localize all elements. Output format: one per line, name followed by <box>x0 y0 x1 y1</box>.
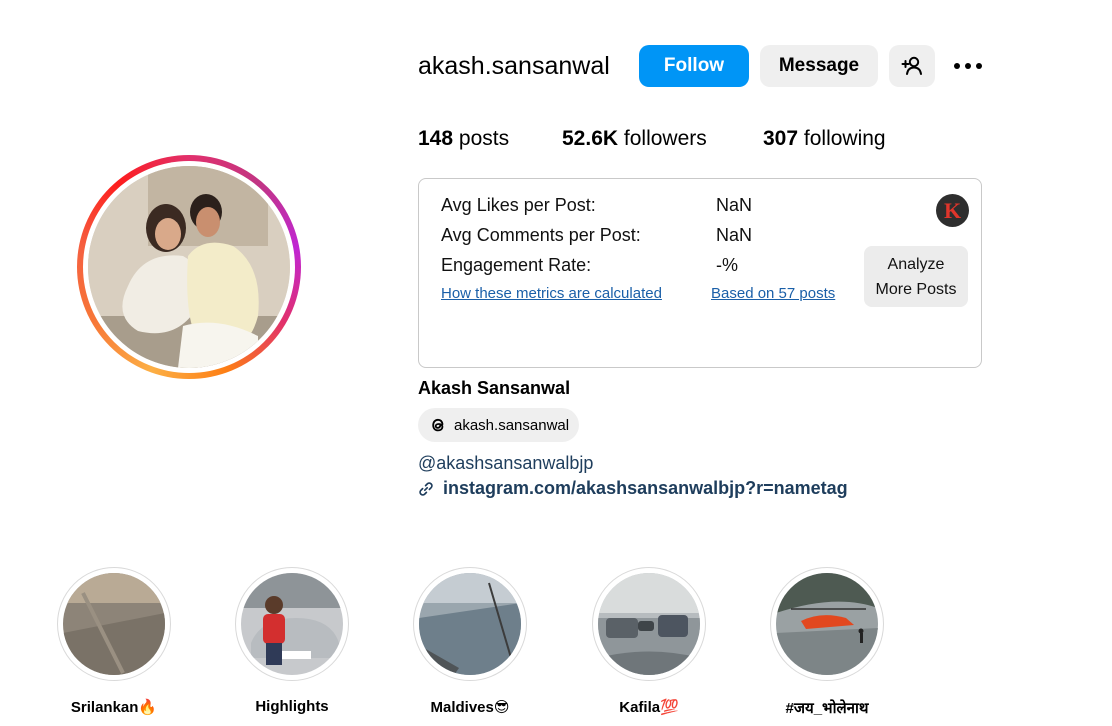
avg-comments-value: NaN <box>716 225 753 245</box>
followers-stat[interactable]: 52.6K followers <box>562 127 707 151</box>
highlight-cover-image <box>419 573 521 675</box>
profile-avatar[interactable] <box>88 166 290 368</box>
following-label: following <box>803 127 886 150</box>
add-user-icon <box>901 56 923 76</box>
avg-likes-label: Avg Likes per Post: <box>441 195 596 215</box>
bio-link-text: instagram.com/akashsansanwalbjp?r=nameta… <box>443 478 848 498</box>
highlight-cover-ring <box>413 567 527 681</box>
bio-external-link[interactable]: instagram.com/akashsansanwalbjp?r=nameta… <box>418 478 848 499</box>
followers-label: followers <box>623 127 707 150</box>
follow-button[interactable]: Follow <box>639 45 749 87</box>
followers-count: 52.6K <box>562 127 619 150</box>
following-stat[interactable]: 307 following <box>763 127 886 151</box>
link-icon <box>418 481 434 497</box>
based-on-posts-link[interactable]: Based on 57 posts <box>711 285 835 302</box>
analyze-more-posts-button[interactable]: Analyze More Posts <box>864 246 968 307</box>
avg-comments-label: Avg Comments per Post: <box>441 225 641 245</box>
highlight-cover-ring <box>235 567 349 681</box>
highlight-label: Kafila💯 <box>619 699 679 716</box>
posts-label: posts <box>458 127 510 150</box>
profile-full-name: Akash Sansanwal <box>418 378 571 398</box>
more-options-button[interactable] <box>946 45 990 87</box>
extension-logo-icon[interactable]: K <box>936 194 969 227</box>
highlight-cover-image <box>776 573 878 675</box>
more-options-icon <box>953 62 983 70</box>
threads-profile-link[interactable]: akash.sansanwal <box>418 408 579 442</box>
threads-icon <box>428 415 448 435</box>
highlight-cover-image <box>598 573 700 675</box>
highlight-label: #जय_भोलेनाथ <box>785 700 869 717</box>
posts-stat: 148 posts <box>418 127 509 151</box>
highlight-label: Maldives😎 <box>430 699 510 716</box>
posts-count: 148 <box>418 127 454 150</box>
how-metrics-calculated-link[interactable]: How these metrics are calculated <box>441 285 662 302</box>
profile-photo-image <box>88 166 290 368</box>
engagement-rate-label: Engagement Rate: <box>441 255 592 275</box>
engagement-metrics-card: Avg Likes per Post: NaN Avg Comments per… <box>418 178 982 368</box>
highlight-cover-ring <box>592 567 706 681</box>
highlight-label: Highlights <box>255 698 329 715</box>
avatar-inner-border <box>83 161 295 373</box>
highlight-cover-image <box>63 573 165 675</box>
highlight-label: Srilankan🔥 <box>70 699 158 716</box>
profile-avatar-story-ring[interactable] <box>77 155 301 379</box>
highlight-cover-ring <box>57 567 171 681</box>
message-button[interactable]: Message <box>760 45 878 87</box>
following-count: 307 <box>763 127 799 150</box>
avg-likes-value: NaN <box>716 195 753 215</box>
engagement-rate-value: -% <box>716 255 738 275</box>
bio-handle-mention[interactable]: @akashsansanwalbjp <box>418 453 593 474</box>
suggest-similar-button[interactable] <box>889 45 935 87</box>
highlight-cover-ring <box>770 567 884 681</box>
highlight-cover-image <box>241 573 343 675</box>
profile-username: akash.sansanwal <box>418 52 610 80</box>
threads-handle: akash.sansanwal <box>454 416 570 434</box>
